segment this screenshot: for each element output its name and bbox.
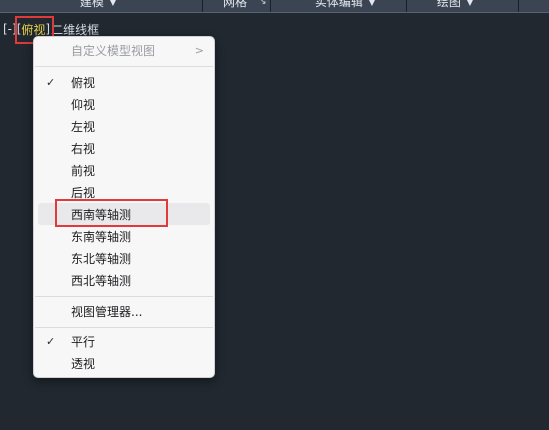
panel-launcher-icon[interactable]: ↘ bbox=[259, 0, 267, 7]
chevron-right-icon: > bbox=[194, 43, 204, 57]
close-bracket: ] bbox=[45, 22, 51, 36]
ribbon-tab-modeling[interactable]: 建模 ▼ bbox=[62, 0, 134, 12]
menu-item-view-manager[interactable]: 视图管理器... bbox=[38, 300, 210, 322]
menu-item-label: 东南等轴测 bbox=[71, 229, 132, 244]
menu-item-label: 前视 bbox=[71, 163, 96, 178]
chevron-down-icon: ▼ bbox=[109, 0, 117, 7]
menu-item-label: 视图管理器... bbox=[71, 304, 143, 319]
menu-item-right[interactable]: 右视 bbox=[38, 137, 210, 159]
menu-item-se-isometric[interactable]: 东南等轴测 bbox=[38, 225, 210, 247]
ribbon-tab-mesh[interactable]: 网格 bbox=[212, 0, 258, 12]
ribbon-tab-draw[interactable]: 绘图 ▼ bbox=[425, 0, 485, 12]
chevron-down-icon: ▼ bbox=[466, 0, 474, 7]
ribbon-tab-label: 绘图 bbox=[436, 0, 461, 9]
menu-item-label: 俯视 bbox=[71, 75, 96, 90]
view-dropdown-menu: 自定义模型视图 > ✓ 俯视 仰视 左视 右视 前视 后视 西南等轴测 东南等轴… bbox=[33, 36, 215, 378]
ribbon-separator bbox=[202, 0, 203, 12]
menu-item-bottom[interactable]: 仰视 bbox=[38, 93, 210, 115]
ribbon-tab-label: 实体编辑 bbox=[314, 0, 363, 9]
menu-item-sw-isometric[interactable]: 西南等轴测 bbox=[38, 203, 210, 225]
viewport-menu-toggle[interactable]: [-] bbox=[3, 22, 17, 36]
menu-item-label: 左视 bbox=[71, 119, 96, 134]
menu-divider bbox=[35, 66, 213, 67]
visual-style-toggle[interactable]: 二维线框 bbox=[51, 21, 99, 38]
check-icon: ✓ bbox=[46, 75, 56, 89]
ribbon-separator bbox=[518, 0, 519, 12]
menu-item-back[interactable]: 后视 bbox=[38, 181, 210, 203]
ribbon-tab-label: 建模 bbox=[79, 0, 104, 9]
menu-item-left[interactable]: 左视 bbox=[38, 115, 210, 137]
menu-item-perspective[interactable]: 透视 bbox=[38, 352, 210, 374]
ribbon-separator bbox=[406, 0, 407, 12]
ribbon-separator bbox=[270, 0, 271, 12]
menu-item-top[interactable]: ✓ 俯视 bbox=[38, 71, 210, 93]
chevron-down-icon: ▼ bbox=[368, 0, 376, 7]
menu-item-front[interactable]: 前视 bbox=[38, 159, 210, 181]
check-icon: ✓ bbox=[46, 334, 56, 348]
menu-divider bbox=[35, 296, 213, 297]
menu-item-parallel[interactable]: ✓ 平行 bbox=[38, 330, 210, 352]
view-controls-toggle[interactable]: 俯视 bbox=[21, 21, 45, 38]
menu-item-label: 自定义模型视图 bbox=[71, 43, 156, 58]
ribbon-tab-label: 网格 bbox=[222, 0, 247, 9]
menu-item-custom-model-views[interactable]: 自定义模型视图 > bbox=[38, 39, 210, 61]
menu-item-label: 仰视 bbox=[71, 97, 96, 112]
menu-item-label: 西北等轴测 bbox=[71, 273, 132, 288]
menu-item-label: 透视 bbox=[71, 356, 96, 371]
menu-item-ne-isometric[interactable]: 东北等轴测 bbox=[38, 247, 210, 269]
menu-item-label: 右视 bbox=[71, 141, 96, 156]
menu-item-label: 后视 bbox=[71, 185, 96, 200]
menu-item-label: 西南等轴测 bbox=[71, 207, 132, 222]
menu-item-label: 东北等轴测 bbox=[71, 251, 132, 266]
menu-divider bbox=[35, 327, 213, 328]
ribbon-bar: 建模 ▼ 网格 ↘ 实体编辑 ▼ 绘图 ▼ bbox=[0, 0, 549, 13]
menu-item-label: 平行 bbox=[71, 334, 96, 349]
ribbon-tab-solid-editing[interactable]: 实体编辑 ▼ bbox=[300, 0, 390, 12]
menu-item-nw-isometric[interactable]: 西北等轴测 bbox=[38, 269, 210, 291]
